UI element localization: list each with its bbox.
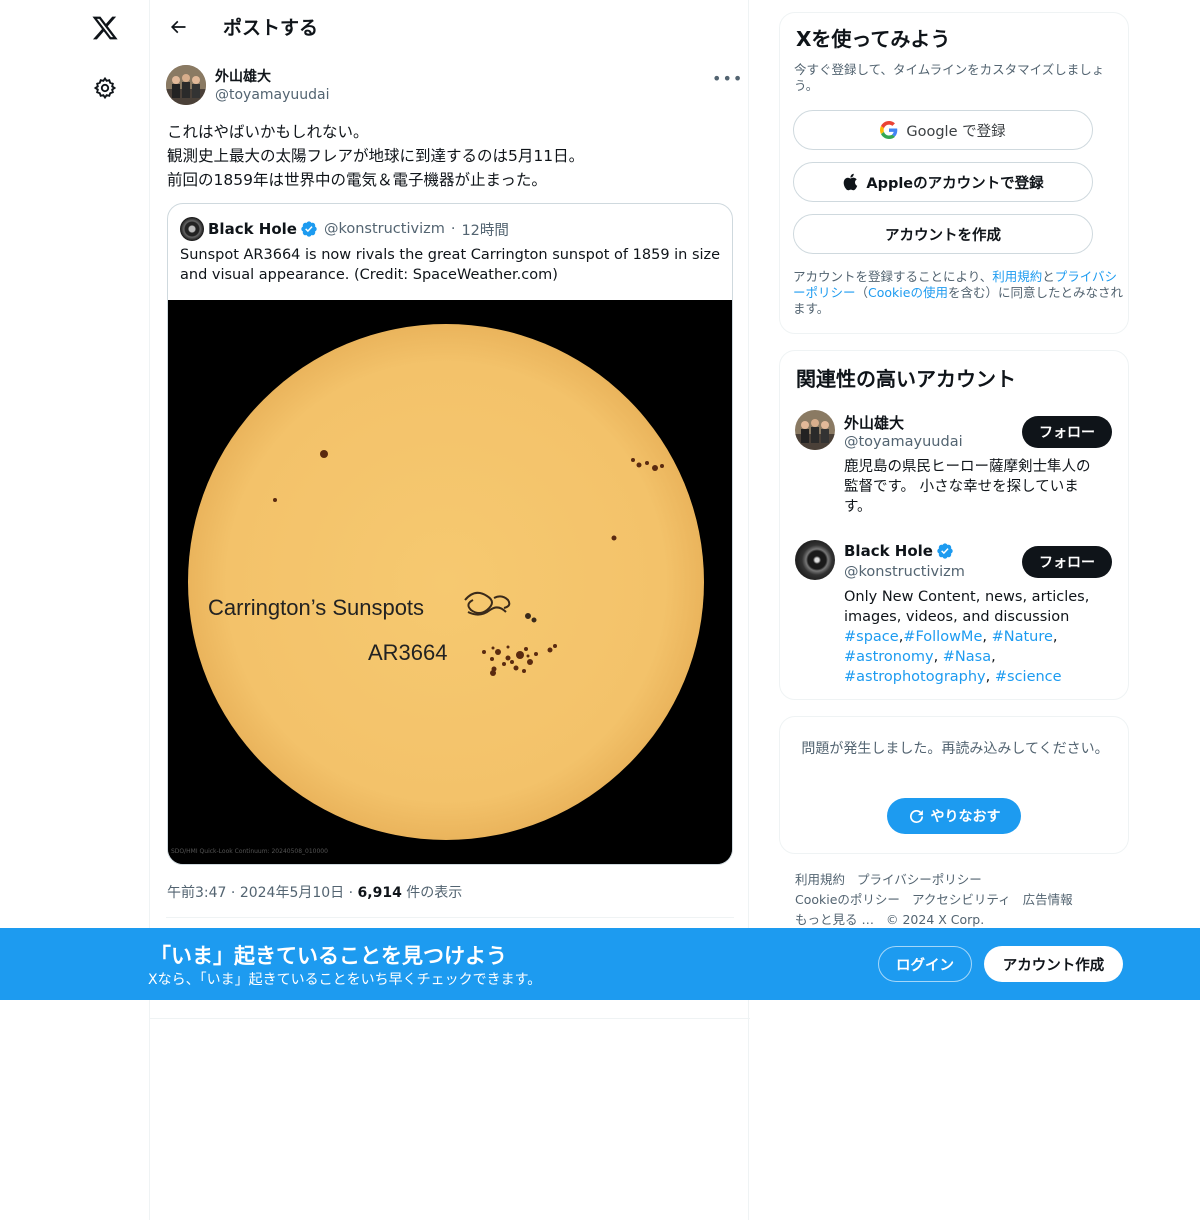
- follow-button[interactable]: フォロー: [1022, 546, 1112, 578]
- account-name-row[interactable]: Black Hole: [844, 542, 954, 560]
- main-column: ポストする 外山雄大 @toyamayuudai ••• これはやばいかもしれな…: [149, 0, 750, 1220]
- avatar[interactable]: [795, 540, 835, 580]
- account-name[interactable]: 外山雄大: [844, 412, 904, 433]
- post-date[interactable]: 2024年5月10日: [240, 885, 344, 901]
- create-account-label: アカウントを作成: [885, 227, 1001, 244]
- post-text-line: 前回の1859年は世界中の電気＆電子機器が止まった。: [167, 171, 547, 189]
- bio-text: Only New Content, news, articles, images…: [844, 589, 1090, 625]
- footer-link-terms[interactable]: 利用規約: [795, 872, 845, 887]
- author-name[interactable]: 外山雄大: [215, 66, 271, 86]
- hashtag-link[interactable]: #astrophotography: [844, 669, 986, 685]
- retry-button[interactable]: やりなおす: [887, 798, 1021, 834]
- quote-header: Black Hole @konstructivizm · 12時間: [180, 217, 509, 241]
- meta-dot: ·: [348, 885, 358, 901]
- footer-link-privacy[interactable]: プライバシーポリシー: [857, 872, 982, 887]
- refresh-icon: [908, 808, 925, 825]
- image-label-carrington: Carrington’s Sunspots: [208, 595, 424, 620]
- quote-author-handle: @konstructivizm: [323, 221, 445, 237]
- copyright: © 2024 X Corp.: [885, 912, 985, 927]
- footer-link-cookie[interactable]: Cookieのポリシー: [795, 892, 900, 907]
- verified-badge-icon: [936, 542, 954, 560]
- login-button[interactable]: ログイン: [878, 946, 972, 982]
- post-text-line: 観測史上最大の太陽フレアが地球に到達するのは5月11日。: [167, 147, 585, 165]
- footer-link-accessibility[interactable]: アクセシビリティ: [912, 892, 1011, 907]
- quote-dot: ·: [450, 221, 456, 237]
- post-author: 外山雄大 @toyamayuudai •••: [166, 65, 742, 109]
- error-message: 問題が発生しました。再読み込みしてください。: [801, 741, 1109, 757]
- legal-prefix: アカウントを登録することにより、: [793, 269, 993, 284]
- views-count: 6,914: [357, 885, 402, 901]
- quote-text: Sunspot AR3664 is now rivals the great C…: [180, 247, 721, 283]
- apple-icon: [842, 173, 858, 191]
- x-logo-icon[interactable]: [89, 12, 121, 44]
- left-nav: [0, 0, 150, 1220]
- post-time[interactable]: 午前3:47: [167, 885, 226, 901]
- footer-link-more[interactable]: もっと見る …: [795, 912, 874, 927]
- sidebar-footer: 利用規約 プライバシーポリシー Cookieのポリシー アクセシビリティ 広告情報 も…: [795, 870, 1115, 930]
- account-handle[interactable]: @konstructivizm: [844, 564, 965, 580]
- avatar[interactable]: [166, 65, 206, 105]
- google-signup-label: Google で登録: [906, 123, 1006, 140]
- hashtag-link[interactable]: #astronomy: [844, 649, 934, 665]
- post-meta: 午前3:47 · 2024年5月10日 · 6,914 件の表示: [167, 882, 462, 902]
- quoted-post[interactable]: Black Hole @konstructivizm · 12時間 Sunspo…: [167, 203, 733, 865]
- legal-open: （: [855, 285, 869, 300]
- hashtag-link[interactable]: #FollowMe: [903, 629, 982, 645]
- hashtag-link[interactable]: #Nature: [992, 629, 1053, 645]
- create-account-button[interactable]: アカウントを作成: [793, 214, 1093, 254]
- cookie-link[interactable]: Cookieの使用: [868, 285, 948, 300]
- signup-card: Xを使ってみよう 今すぐ登録して、タイムラインをカスタマイズしましょう。 Goo…: [779, 12, 1129, 334]
- google-signup-button[interactable]: Google で登録: [793, 110, 1093, 150]
- page-header: ポストする: [150, 0, 750, 53]
- post-text-line: これはやばいかもしれない。: [167, 123, 369, 141]
- image-label-ar3664: AR3664: [368, 640, 448, 665]
- login-banner: 「いま」起きていることを見つけよう Xなら、「いま」起きていることをいち早くチェ…: [0, 928, 1200, 1000]
- account-bio: Only New Content, news, articles, images…: [844, 589, 1090, 685]
- apple-signup-button[interactable]: Appleのアカウントで登録: [793, 162, 1093, 202]
- avatar[interactable]: [795, 410, 835, 450]
- hashtag-link[interactable]: #Nasa: [943, 649, 991, 665]
- views-label: 件の表示: [406, 885, 463, 901]
- quote-author-name: Black Hole: [208, 220, 297, 238]
- apple-signup-label: Appleのアカウントで登録: [866, 175, 1044, 192]
- back-arrow-icon[interactable]: [164, 13, 192, 41]
- terms-link[interactable]: 利用規約: [992, 269, 1042, 284]
- legal-and: と: [1042, 269, 1055, 284]
- divider: [150, 1018, 750, 1019]
- retry-label: やりなおす: [930, 809, 1001, 825]
- quote-time: 12時間: [461, 222, 509, 239]
- banner-title: 「いま」起きていることを見つけよう: [150, 944, 507, 968]
- author-handle[interactable]: @toyamayuudai: [215, 87, 330, 103]
- account-bio: 鹿児島の県民ヒーロー薩摩剣士隼人の監督です。 小さな幸せを探しています。: [844, 459, 1091, 515]
- image-credit: SDO/HMI Quick-Look Continuum: 20240508_0…: [171, 848, 328, 855]
- quote-avatar: [180, 217, 204, 241]
- hashtag-link[interactable]: #space: [844, 629, 899, 645]
- meta-dot: ·: [230, 885, 240, 901]
- account-handle[interactable]: @toyamayuudai: [844, 434, 963, 450]
- signup-subtitle: 今すぐ登録して、タイムラインをカスタマイズしましょう。: [794, 62, 1105, 93]
- page-title: ポストする: [223, 17, 319, 39]
- quote-image-sun[interactable]: Carrington’s Sunspots AR3664 SDO/HMI Qui…: [168, 300, 732, 864]
- banner-subtitle: Xなら、「いま」起きていることをいち早くチェックできます。: [148, 972, 542, 988]
- relevant-title: 関連性の高いアカウント: [796, 367, 1016, 391]
- follow-button[interactable]: フォロー: [1022, 416, 1112, 448]
- signup-button[interactable]: アカウント作成: [984, 946, 1123, 982]
- post-text: これはやばいかもしれない。 観測史上最大の太陽フレアが地球に到達するのは5月11…: [167, 120, 727, 192]
- more-options-icon[interactable]: •••: [712, 69, 742, 89]
- footer-link-ads[interactable]: 広告情報: [1023, 892, 1073, 907]
- signup-legal: アカウントを登録することにより、利用規約とプライバシーポリシー（Cookieの使…: [793, 269, 1123, 317]
- account-name[interactable]: Black Hole: [844, 542, 933, 560]
- divider: [166, 917, 734, 918]
- sun-disk: [188, 324, 704, 840]
- verified-badge-icon: [300, 220, 318, 238]
- hashtag-link[interactable]: #science: [995, 669, 1062, 685]
- error-card: 問題が発生しました。再読み込みしてください。 やりなおす: [779, 716, 1129, 854]
- signup-title: Xを使ってみよう: [796, 27, 951, 51]
- settings-gear-icon[interactable]: [91, 74, 119, 102]
- google-icon: [880, 121, 898, 139]
